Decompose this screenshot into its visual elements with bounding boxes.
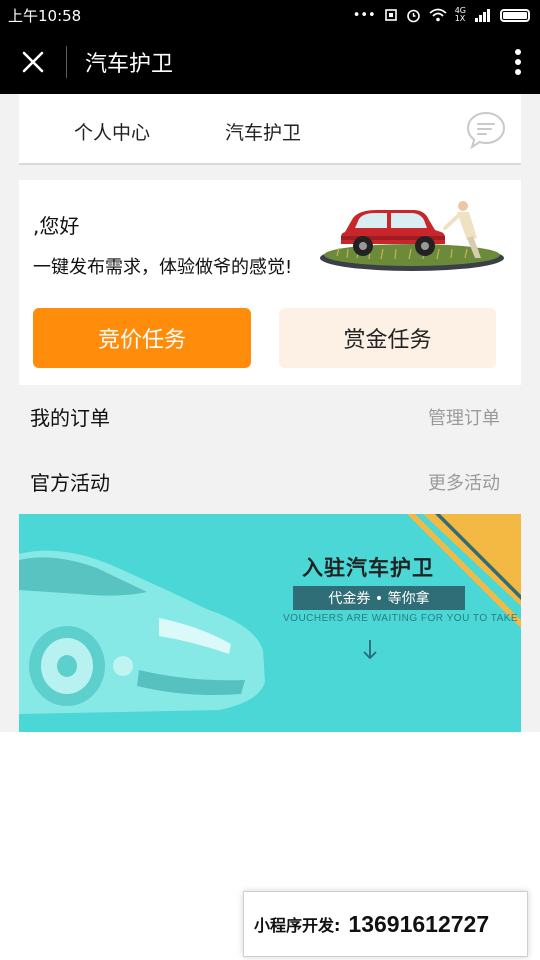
official-activities-row: 官方活动 更多活动 <box>0 451 540 511</box>
contact-phone: 13691612727 <box>348 910 490 937</box>
promo-banner[interactable]: 入驻汽车护卫 代金券 • 等你拿 VOUCHERS ARE WAITING FO… <box>19 514 521 732</box>
bounty-task-button[interactable]: 赏金任务 <box>279 308 496 368</box>
battery-icon <box>500 8 530 22</box>
sports-car-image <box>19 550 265 714</box>
my-orders-row: 我的订单 管理订单 <box>0 386 540 446</box>
official-activities-title: 官方活动 <box>30 471 110 495</box>
chat-icon[interactable] <box>464 109 508 153</box>
tab-bar: 个人中心 汽车护卫 <box>19 94 521 165</box>
more-vertical-icon <box>515 49 521 75</box>
page-title: 汽车护卫 <box>85 52 174 77</box>
car-push-illustration <box>320 201 504 271</box>
title-divider <box>66 46 67 78</box>
page-content: 个人中心 汽车护卫 ,您好 一键发布需求，体验做爷的感觉! 竞价任务 赏金任务 … <box>0 94 540 732</box>
more-button[interactable] <box>496 30 540 94</box>
banner-title: 入驻汽车护卫 <box>302 556 434 580</box>
close-button[interactable] <box>0 30 66 94</box>
more-activities-link[interactable]: 更多活动 <box>428 469 500 495</box>
greeting-text: ,您好 <box>33 214 80 238</box>
more-dots-icon: ••• <box>352 7 376 23</box>
title-bar: 汽车护卫 <box>0 30 540 94</box>
status-icons: ••• 4G 1X <box>353 7 530 23</box>
my-orders-title: 我的订单 <box>30 406 110 430</box>
close-icon <box>22 51 44 73</box>
screenshot-icon <box>384 9 397 21</box>
wifi-icon <box>429 8 447 22</box>
status-bar: 上午10:58 ••• 4G 1X <box>0 0 540 30</box>
slogan-text: 一键发布需求，体验做爷的感觉! <box>33 257 293 278</box>
signal-icon <box>475 9 490 22</box>
arrow-down-icon <box>363 640 377 660</box>
tab-car-guard[interactable]: 汽车护卫 <box>225 118 301 145</box>
developer-contact-box: 小程序开发: 13691612727 <box>243 891 528 957</box>
bid-task-button[interactable]: 竞价任务 <box>33 308 251 368</box>
manage-orders-link[interactable]: 管理订单 <box>428 404 500 430</box>
network-1x-label: 1X <box>454 14 466 23</box>
network-type-icon: 4G 1X <box>455 7 466 23</box>
tab-personal-center[interactable]: 个人中心 <box>74 118 150 145</box>
hero-card: ,您好 一键发布需求，体验做爷的感觉! 竞价任务 赏金任务 <box>19 180 521 385</box>
banner-pill: 代金券 • 等你拿 <box>293 586 465 610</box>
banner-subtitle: VOUCHERS ARE WAITING FOR YOU TO TAKE <box>283 613 519 624</box>
contact-label: 小程序开发: <box>254 916 341 935</box>
status-time: 上午10:58 <box>8 6 82 25</box>
alarm-icon <box>406 9 420 22</box>
